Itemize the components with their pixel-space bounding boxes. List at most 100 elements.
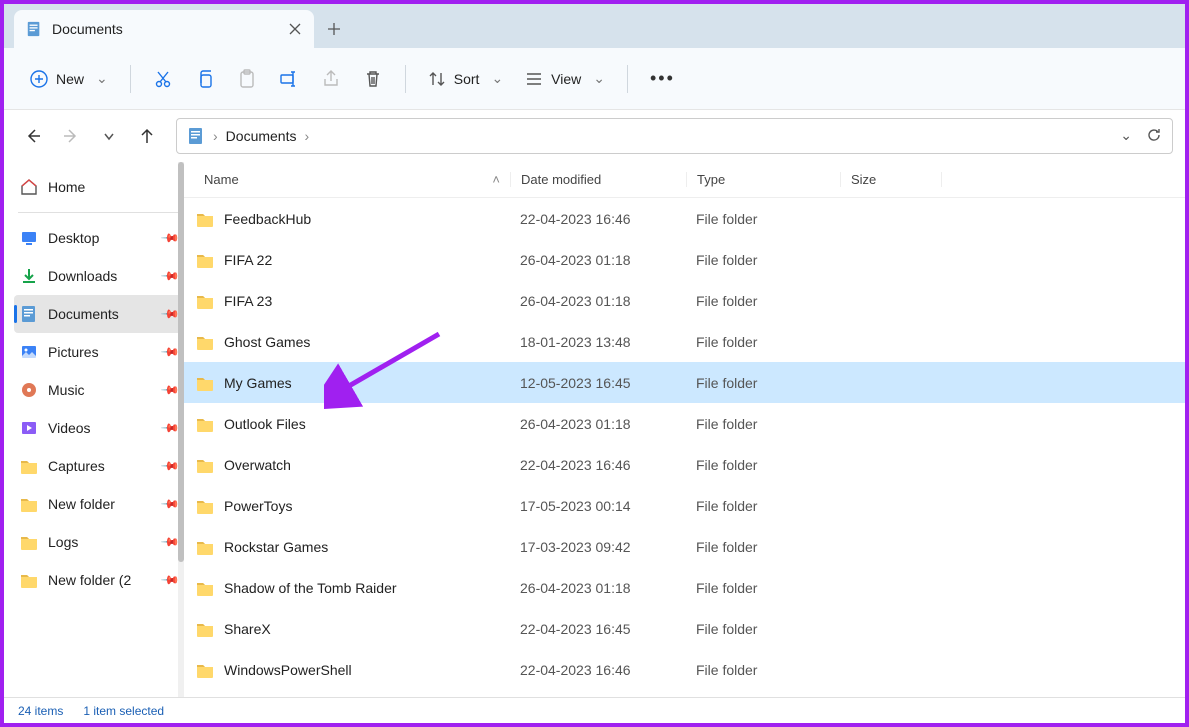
table-row[interactable]: Ghost Games 18-01-2023 13:48 File folder <box>184 321 1185 362</box>
view-label: View <box>551 71 581 87</box>
table-row[interactable]: Overwatch 22-04-2023 16:46 File folder <box>184 444 1185 485</box>
home-icon <box>20 178 38 196</box>
sidebar-home[interactable]: Home <box>14 168 184 206</box>
file-date: 26-04-2023 01:18 <box>510 293 686 309</box>
col-type[interactable]: Type <box>686 172 840 187</box>
sort-label: Sort <box>454 71 480 87</box>
folder-icon <box>20 495 38 513</box>
close-icon[interactable] <box>288 22 302 36</box>
new-label: New <box>56 71 84 87</box>
file-type: File folder <box>686 293 840 309</box>
file-name: Outlook Files <box>224 416 306 432</box>
file-type: File folder <box>686 211 840 227</box>
sidebar-item-label: New folder (2 <box>48 572 131 588</box>
refresh-icon[interactable] <box>1146 127 1162 146</box>
divider <box>405 65 406 93</box>
folder-icon <box>196 456 214 474</box>
new-tab-button[interactable] <box>314 10 354 48</box>
file-name: ShareX <box>224 621 271 637</box>
chevron-down-icon[interactable]: ⌄ <box>1120 127 1132 146</box>
sidebar-item-downloads[interactable]: Downloads 📌 <box>14 257 184 295</box>
recent-button[interactable] <box>92 119 126 153</box>
breadcrumb-sep: › <box>213 128 218 144</box>
sidebar-item-desktop[interactable]: Desktop 📌 <box>14 219 184 257</box>
download-icon <box>20 267 38 285</box>
sidebar-item-pictures[interactable]: Pictures 📌 <box>14 333 184 371</box>
delete-button[interactable] <box>355 61 391 97</box>
document-icon <box>26 21 42 37</box>
sidebar-item-documents[interactable]: Documents 📌 <box>14 295 184 333</box>
sort-button[interactable]: Sort ⌄ <box>420 61 511 97</box>
file-date: 22-04-2023 16:46 <box>510 662 686 678</box>
file-name: FIFA 23 <box>224 293 272 309</box>
file-name: FIFA 22 <box>224 252 272 268</box>
table-row[interactable]: Shadow of the Tomb Raider 26-04-2023 01:… <box>184 567 1185 608</box>
sidebar-item-music[interactable]: Music 📌 <box>14 371 184 409</box>
sidebar-item-label: Music <box>48 382 85 398</box>
status-count: 24 items <box>18 704 63 718</box>
document-icon <box>187 127 205 145</box>
table-row[interactable]: FIFA 23 26-04-2023 01:18 File folder <box>184 280 1185 321</box>
file-name: FeedbackHub <box>224 211 311 227</box>
paste-button[interactable] <box>229 61 265 97</box>
sidebar-item-videos[interactable]: Videos 📌 <box>14 409 184 447</box>
sidebar-item-label: Logs <box>48 534 78 550</box>
file-type: File folder <box>686 375 840 391</box>
chevron-down-icon: ⌄ <box>593 70 605 87</box>
breadcrumb-location[interactable]: Documents <box>226 128 297 144</box>
view-button[interactable]: View ⌄ <box>517 61 613 97</box>
folder-icon <box>196 292 214 310</box>
forward-button[interactable] <box>54 119 88 153</box>
col-name[interactable]: Name˄ <box>184 172 510 187</box>
share-button[interactable] <box>313 61 349 97</box>
pictures-icon <box>20 343 38 361</box>
file-name: Overwatch <box>224 457 291 473</box>
folder-icon <box>196 210 214 228</box>
sidebar-item-label: Downloads <box>48 268 117 284</box>
window-tab[interactable]: Documents <box>14 10 314 48</box>
more-button[interactable]: ••• <box>642 61 683 97</box>
copy-button[interactable] <box>187 61 223 97</box>
up-button[interactable] <box>130 119 164 153</box>
sidebar-item-logs[interactable]: Logs 📌 <box>14 523 184 561</box>
file-date: 26-04-2023 01:18 <box>510 416 686 432</box>
new-button[interactable]: New ⌄ <box>22 61 116 97</box>
col-size[interactable]: Size <box>840 172 942 187</box>
sidebar: Home Desktop 📌 Downloads 📌 Documents 📌 P… <box>4 162 184 697</box>
file-date: 26-04-2023 01:18 <box>510 580 686 596</box>
folder-icon <box>196 497 214 515</box>
back-button[interactable] <box>16 119 50 153</box>
file-name: Rockstar Games <box>224 539 328 555</box>
table-row[interactable]: My Games 12-05-2023 16:45 File folder <box>184 362 1185 403</box>
file-type: File folder <box>686 252 840 268</box>
sidebar-item-label: Captures <box>48 458 105 474</box>
file-type: File folder <box>686 457 840 473</box>
status-bar: 24 items 1 item selected <box>4 697 1185 723</box>
table-row[interactable]: ShareX 22-04-2023 16:45 File folder <box>184 608 1185 649</box>
col-date[interactable]: Date modified <box>510 172 686 187</box>
folder-icon <box>196 538 214 556</box>
file-type: File folder <box>686 498 840 514</box>
table-row[interactable]: WindowsPowerShell 22-04-2023 16:46 File … <box>184 649 1185 690</box>
folder-icon <box>20 457 38 475</box>
tab-bar: Documents <box>4 4 1185 48</box>
table-row[interactable]: Outlook Files 26-04-2023 01:18 File fold… <box>184 403 1185 444</box>
cut-button[interactable] <box>145 61 181 97</box>
address-bar[interactable]: › Documents › ⌄ <box>176 118 1173 154</box>
file-name: WindowsPowerShell <box>224 662 352 678</box>
rename-button[interactable] <box>271 61 307 97</box>
table-row[interactable]: PowerToys 17-05-2023 00:14 File folder <box>184 485 1185 526</box>
table-row[interactable]: FeedbackHub 22-04-2023 16:46 File folder <box>184 198 1185 239</box>
folder-icon <box>196 579 214 597</box>
sidebar-item-new-folder[interactable]: New folder 📌 <box>14 485 184 523</box>
toolbar: New ⌄ Sort ⌄ View ⌄ ••• <box>4 48 1185 110</box>
file-type: File folder <box>686 539 840 555</box>
sidebar-home-label: Home <box>48 179 85 195</box>
file-name: Shadow of the Tomb Raider <box>224 580 397 596</box>
table-row[interactable]: FIFA 22 26-04-2023 01:18 File folder <box>184 239 1185 280</box>
sidebar-item-new-folder-2[interactable]: New folder (2 📌 <box>14 561 184 599</box>
sidebar-item-captures[interactable]: Captures 📌 <box>14 447 184 485</box>
folder-icon <box>196 333 214 351</box>
videos-icon <box>20 419 38 437</box>
table-row[interactable]: Rockstar Games 17-03-2023 09:42 File fol… <box>184 526 1185 567</box>
